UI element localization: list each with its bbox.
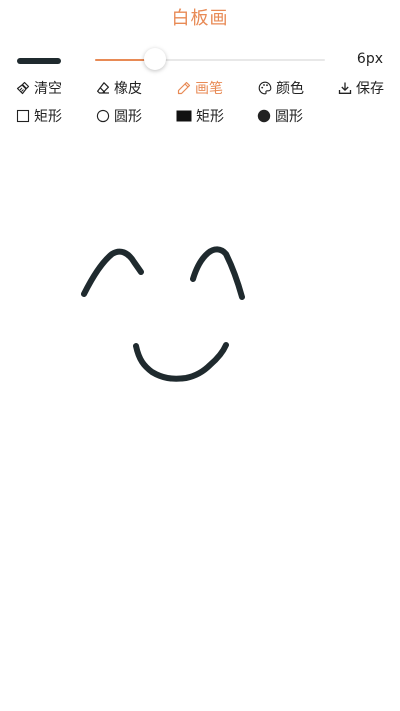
- stroke-size-slider[interactable]: [95, 44, 325, 76]
- palette-icon: [258, 81, 272, 95]
- drawn-stroke-smile: [133, 342, 229, 382]
- save-label: 保存: [356, 81, 384, 97]
- circle-filled-label: 圆形: [275, 109, 303, 125]
- color-label: 颜色: [276, 81, 304, 97]
- rectangle-filled-button[interactable]: 矩形: [176, 104, 224, 128]
- toolbar-row-shapes: 矩形 圆形 矩形 圆形: [0, 104, 400, 128]
- rectangle-outline-icon: [16, 109, 30, 123]
- toolbar-row-actions: 清空 橡皮 画笔 颜色 保存: [0, 76, 400, 100]
- pencil-icon: [177, 81, 191, 95]
- slider-thumb[interactable]: [143, 48, 166, 70]
- circle-outline-label: 圆形: [114, 109, 142, 125]
- canvas-drawing: [81, 246, 245, 382]
- stroke-settings: 6px: [0, 44, 400, 76]
- drawing-canvas[interactable]: [0, 134, 400, 711]
- page-title: 白板画: [171, 8, 229, 29]
- circle-outline-icon: [96, 109, 110, 123]
- rectangle-outline-button[interactable]: 矩形: [16, 104, 62, 128]
- drawn-stroke-right-eye: [190, 246, 245, 300]
- circle-filled-icon: [257, 109, 271, 123]
- eraser-label: 橡皮: [114, 81, 142, 97]
- broom-icon: [16, 81, 30, 95]
- circle-outline-button[interactable]: 圆形: [96, 104, 142, 128]
- stroke-preview: [17, 58, 61, 64]
- eraser-icon: [96, 81, 110, 95]
- color-button[interactable]: 颜色: [258, 76, 304, 100]
- save-button[interactable]: 保存: [338, 76, 384, 100]
- clear-button[interactable]: 清空: [16, 76, 62, 100]
- brush-label: 画笔: [195, 81, 223, 97]
- circle-filled-button[interactable]: 圆形: [257, 104, 303, 128]
- stroke-size-label: 6px: [356, 51, 383, 67]
- drawn-stroke-left-eye: [81, 248, 144, 297]
- clear-label: 清空: [34, 81, 62, 97]
- download-icon: [338, 81, 352, 95]
- rectangle-filled-label: 矩形: [196, 109, 224, 125]
- rectangle-outline-label: 矩形: [34, 109, 62, 125]
- eraser-button[interactable]: 橡皮: [96, 76, 142, 100]
- rectangle-filled-icon: [176, 109, 192, 123]
- brush-button[interactable]: 画笔: [177, 76, 223, 100]
